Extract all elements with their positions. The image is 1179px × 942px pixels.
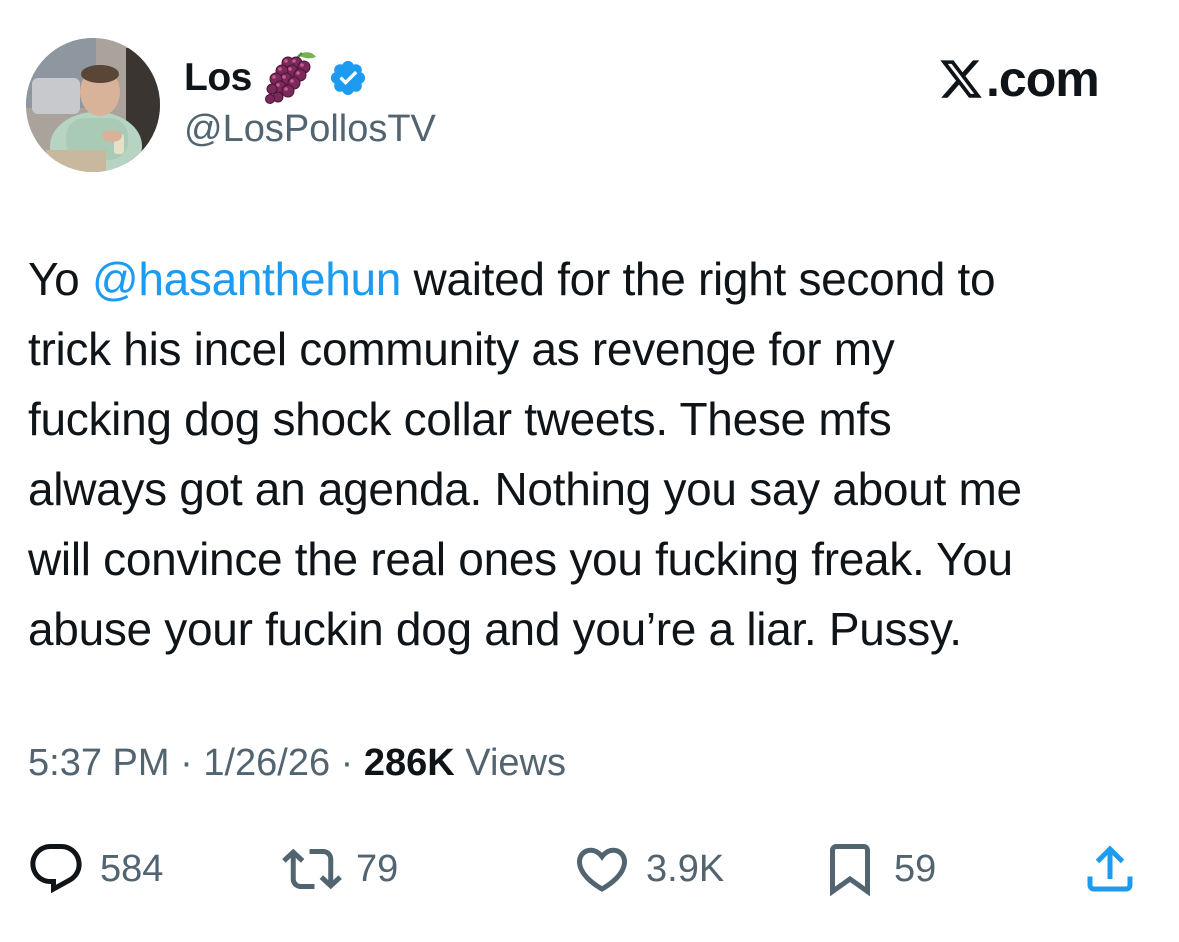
grapes-emoji-icon	[258, 49, 322, 107]
views-label: Views	[454, 742, 566, 784]
bookmark-icon	[820, 839, 880, 899]
bookmark-count: 59	[894, 847, 937, 890]
like-count: 3.9K	[646, 847, 725, 890]
tweet-meta: 5:37 PM · 1/26/26 · 286K Views	[28, 742, 566, 785]
verified-badge-icon[interactable]	[328, 58, 368, 98]
tweet-line-suffix: waited for the right second to	[401, 253, 996, 305]
reply-count: 584	[100, 847, 164, 890]
retweet-count: 79	[356, 847, 399, 890]
meta-separator: ·	[169, 742, 204, 784]
mention-link[interactable]: @hasanthehun	[92, 253, 401, 305]
bookmark-button[interactable]: 59	[820, 836, 936, 902]
tweet-line-prefix: Yo	[28, 253, 92, 305]
tweet-time[interactable]: 5:37 PM	[28, 742, 170, 784]
tweet-line: will convince the real ones you fucking …	[28, 533, 1013, 585]
retweet-icon	[282, 839, 342, 899]
xcom-suffix: .com	[986, 51, 1100, 107]
tweet-line: abuse your fuckin dog and you’re a liar.…	[28, 603, 962, 655]
retweet-button[interactable]: 79	[282, 836, 398, 902]
avatar[interactable]	[26, 38, 160, 172]
like-button[interactable]: 3.9K	[572, 836, 724, 902]
tweet-line: fucking dog shock collar tweets. These m…	[28, 393, 892, 445]
tweet-text: Yo @hasanthehun waited for the right sec…	[28, 244, 1153, 664]
reply-icon	[26, 839, 86, 899]
display-name[interactable]: Los	[184, 56, 252, 100]
author-handle[interactable]: @LosPollosTV	[184, 108, 436, 151]
tweet-date[interactable]: 1/26/26	[203, 742, 330, 784]
reply-button[interactable]: 584	[26, 836, 163, 902]
tweet-line: always got an agenda. Nothing you say ab…	[28, 463, 1022, 515]
x-logo-icon	[938, 56, 984, 102]
views-count[interactable]: 286K	[364, 742, 455, 784]
share-button[interactable]	[1080, 836, 1140, 902]
meta-separator: ·	[330, 742, 364, 784]
tweet-line: trick his incel community as revenge for…	[28, 323, 895, 375]
xcom-logo: .com	[938, 50, 1100, 108]
author-name-row[interactable]: Los	[184, 50, 368, 106]
tweet-line: Yo @hasanthehun waited for the right sec…	[28, 244, 1153, 314]
share-icon	[1080, 839, 1140, 899]
heart-icon	[572, 839, 632, 899]
avatar-photo	[26, 38, 160, 172]
